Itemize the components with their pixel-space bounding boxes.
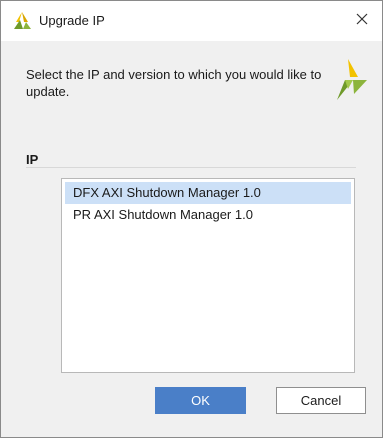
ip-list-item-pr[interactable]: PR AXI Shutdown Manager 1.0 xyxy=(65,204,351,226)
ip-list-item-dfx[interactable]: DFX AXI Shutdown Manager 1.0 xyxy=(65,182,351,204)
ip-section-label: IP xyxy=(26,152,39,167)
ok-button[interactable]: OK xyxy=(155,387,246,414)
xilinx-logo-icon xyxy=(12,11,32,31)
close-button[interactable] xyxy=(342,1,382,41)
instructions-text: Select the IP and version to which you w… xyxy=(26,67,322,99)
ip-list[interactable]: DFX AXI Shutdown Manager 1.0 PR AXI Shut… xyxy=(61,178,355,373)
close-icon xyxy=(356,12,368,30)
title-bar: Upgrade IP xyxy=(1,1,382,41)
section-divider xyxy=(26,167,356,168)
upgrade-ip-dialog: Upgrade IP Select the IP and version to … xyxy=(0,0,383,438)
dialog-header: Select the IP and version to which you w… xyxy=(1,41,382,117)
cancel-button[interactable]: Cancel xyxy=(276,387,366,414)
dialog-title: Upgrade IP xyxy=(39,13,105,28)
dialog-content: Select the IP and version to which you w… xyxy=(1,41,382,437)
xilinx-logo-icon xyxy=(334,56,368,101)
